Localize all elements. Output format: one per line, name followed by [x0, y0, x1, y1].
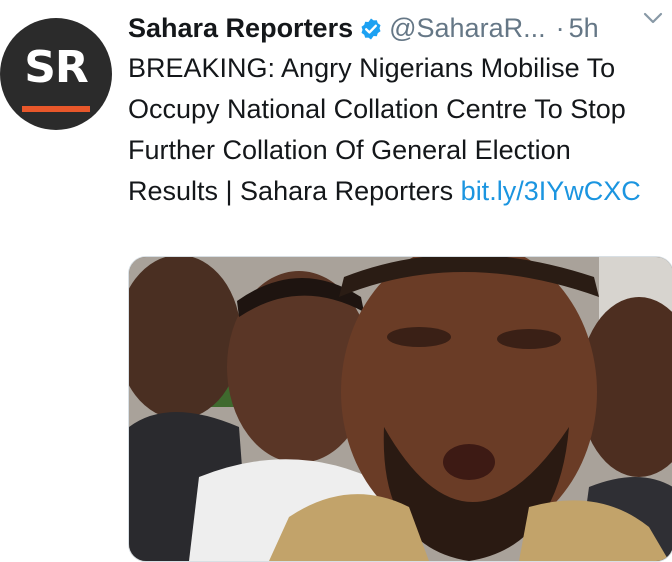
tweet-media-photo[interactable] [128, 256, 672, 562]
crowd-photo [129, 257, 672, 561]
author-handle[interactable]: @SaharaR... [389, 13, 545, 43]
tweet-timestamp[interactable]: 5h [569, 13, 599, 43]
tweet-body: BREAKING: Angry Nigerians Mobilise To Oc… [128, 48, 668, 212]
chevron-down-icon[interactable] [642, 10, 664, 26]
author-name[interactable]: Sahara Reporters [128, 13, 353, 43]
tweet-link[interactable]: bit.ly/3IYwCXC [461, 176, 641, 206]
verified-badge-icon [359, 14, 383, 50]
author-avatar[interactable]: SR [0, 18, 112, 130]
avatar-monogram: SR [24, 42, 89, 93]
avatar-accent-bar [22, 106, 90, 112]
header-separator: · [555, 13, 565, 43]
tweet-header: Sahara Reporters @SaharaR... · 5h [128, 10, 668, 46]
